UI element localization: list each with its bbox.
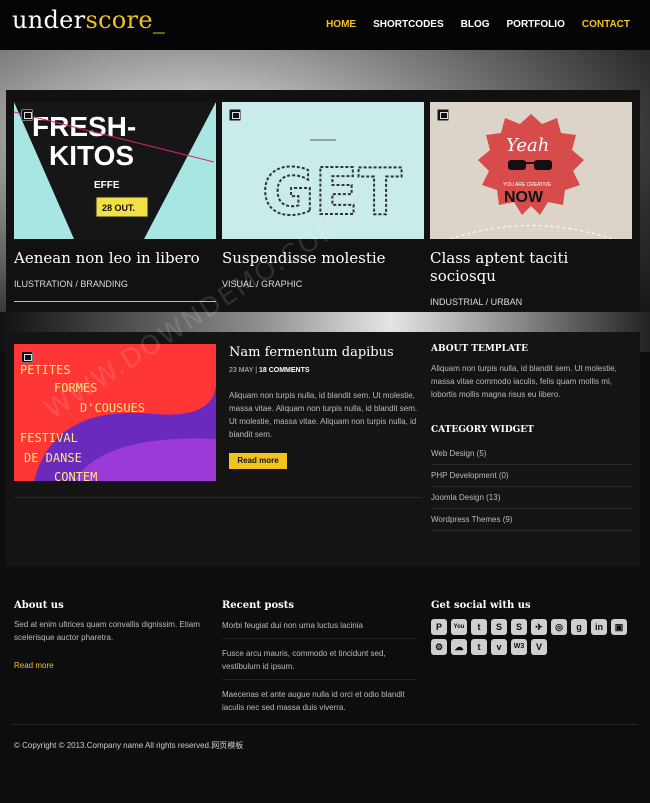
- twitter-icon[interactable]: t: [471, 639, 487, 655]
- vine-icon[interactable]: V: [531, 639, 547, 655]
- paypal-icon[interactable]: P: [431, 619, 447, 635]
- svg-text:FRESH-: FRESH-: [32, 111, 136, 142]
- footer-about: About us Sed at enim ultrices quam conva…: [14, 600, 204, 670]
- portfolio-card[interactable]: GET Suspendisse molestie VISUAL / GRAPHI…: [222, 102, 424, 289]
- footer-about-title: About us: [14, 600, 64, 611]
- read-more-button[interactable]: Read more: [229, 453, 287, 469]
- svg-text:YOU ARE CREATIVE: YOU ARE CREATIVE: [503, 182, 552, 188]
- site-logo[interactable]: underscore_: [12, 6, 165, 34]
- portfolio-title[interactable]: Suspendisse molestie: [222, 249, 424, 267]
- divider: [14, 497, 422, 498]
- youtube-icon[interactable]: You: [451, 619, 467, 635]
- svg-text:EFFE: EFFE: [94, 180, 120, 191]
- freshkitos-artwork: FRESH- KITOS EFFE 28 OUT.: [14, 102, 216, 239]
- portfolio-card[interactable]: FRESH- KITOS EFFE 28 OUT. Aenean non leo…: [14, 102, 216, 302]
- svg-text:FORMES: FORMES: [54, 381, 97, 395]
- portfolio-category: ILUSTRATION / BRANDING: [14, 279, 128, 289]
- category-item[interactable]: Wordpress Themes (9): [431, 509, 633, 531]
- site-header: underscore_ HOME SHORTCODES BLOG PORTFOL…: [0, 0, 650, 50]
- post-meta: 23 MAY | 18 COMMENTS: [229, 367, 310, 374]
- svg-text:CONTEM: CONTEM: [54, 470, 97, 481]
- content-panel: PETITES FORMES D'COUSUES FESTIVAL DE DAN…: [6, 332, 640, 566]
- portfolio-category: VISUAL / GRAPHIC: [222, 279, 303, 289]
- portfolio-title[interactable]: Class aptent taciti sociosqu: [430, 249, 632, 285]
- image-format-icon: [21, 109, 33, 121]
- footer-social-title: Get social with us: [431, 600, 531, 611]
- portfolio-image[interactable]: GET: [222, 102, 424, 239]
- tumblr-icon[interactable]: t: [471, 619, 487, 635]
- recent-post-link[interactable]: Fusce arcu mauris, commodo et tincidunt …: [222, 647, 417, 680]
- category-list: Web Design (5) PHP Development (0) Jooml…: [431, 443, 633, 531]
- dribbble-icon[interactable]: ◎: [551, 619, 567, 635]
- category-item[interactable]: Web Design (5): [431, 443, 633, 465]
- footer-recent-posts: Recent posts Morbi feugiat dui non urna …: [222, 600, 417, 720]
- svg-text:GET: GET: [262, 156, 402, 230]
- skype-icon[interactable]: S: [491, 619, 507, 635]
- footer-read-more-link[interactable]: Read more: [14, 661, 204, 670]
- category-widget-title: CATEGORY WIDGET: [431, 425, 534, 435]
- portfolio-title[interactable]: Aenean non leo in libero: [14, 249, 216, 267]
- portfolio-image[interactable]: Yeah YOU ARE CREATIVE NOW: [430, 102, 632, 239]
- svg-text:Yeah: Yeah: [506, 135, 549, 156]
- image-format-icon: [437, 109, 449, 121]
- active-underline: [14, 301, 216, 302]
- linkedin-icon[interactable]: in: [591, 619, 607, 635]
- about-widget-text: Aliquam non turpis nulla, id blandit sem…: [431, 364, 617, 399]
- about-widget-title: ABOUT TEMPLATE: [431, 344, 528, 354]
- recent-post-link[interactable]: Morbi feugiat dui non urna luctus lacini…: [222, 619, 417, 639]
- audio-format-icon: [229, 109, 241, 121]
- footer-about-text: Sed at enim ultrices quam convallis dign…: [14, 620, 200, 642]
- nav-blog[interactable]: BLOG: [461, 19, 490, 30]
- settings-icon[interactable]: ⚙: [431, 639, 447, 655]
- svg-text:PETITES: PETITES: [20, 363, 71, 377]
- category-item[interactable]: Joomla Design (13): [431, 487, 633, 509]
- svg-text:28 OUT.: 28 OUT.: [102, 203, 135, 213]
- copyright: © Copyright © 2013.Company name All righ…: [14, 741, 244, 750]
- portfolio-category: INDUSTRIAL / URBAN: [430, 297, 523, 307]
- yeah-artwork: Yeah YOU ARE CREATIVE NOW: [430, 102, 632, 239]
- cloud-icon[interactable]: ☁: [451, 639, 467, 655]
- nav-shortcodes[interactable]: SHORTCODES: [373, 19, 444, 30]
- footer-divider: [12, 724, 638, 725]
- svg-text:D'COUSUES: D'COUSUES: [80, 401, 145, 415]
- w3c-icon[interactable]: W3: [511, 639, 527, 655]
- svg-text:FESTIVAL: FESTIVAL: [20, 431, 78, 445]
- nav-home[interactable]: HOME: [326, 19, 356, 30]
- google-icon[interactable]: g: [571, 619, 587, 635]
- recent-post-link[interactable]: Maecenas et ante augue nulla id orci et …: [222, 688, 417, 720]
- post-image[interactable]: PETITES FORMES D'COUSUES FESTIVAL DE DAN…: [14, 344, 216, 481]
- category-item[interactable]: PHP Development (0): [431, 465, 633, 487]
- svg-text:KITOS: KITOS: [49, 140, 134, 171]
- nav-contact[interactable]: CONTACT: [582, 19, 630, 30]
- image-format-icon: [21, 351, 33, 363]
- stumbleupon-icon[interactable]: S: [511, 619, 527, 635]
- send-icon[interactable]: ✈: [531, 619, 547, 635]
- nav-portfolio[interactable]: PORTFOLIO: [507, 19, 565, 30]
- svg-text:DE DANSE: DE DANSE: [24, 451, 82, 465]
- post-comments[interactable]: 18 COMMENTS: [259, 367, 310, 374]
- vimeo-icon[interactable]: v: [491, 639, 507, 655]
- footer-social: Get social with us P You t S S ✈ ◎ g in …: [431, 600, 636, 655]
- portfolio-panel: FRESH- KITOS EFFE 28 OUT. Aenean non leo…: [6, 90, 640, 312]
- footer-recent-title: Recent posts: [222, 600, 295, 611]
- social-icons: P You t S S ✈ ◎ g in ▣ ⚙ ☁ t v W3 V: [431, 619, 631, 655]
- festival-artwork: PETITES FORMES D'COUSUES FESTIVAL DE DAN…: [14, 344, 216, 481]
- delicious-icon[interactable]: ▣: [611, 619, 627, 635]
- svg-text:NOW: NOW: [504, 189, 544, 206]
- portfolio-card[interactable]: Yeah YOU ARE CREATIVE NOW Class aptent t…: [430, 102, 632, 307]
- post-date: 23 MAY: [229, 367, 254, 374]
- main-nav: HOME SHORTCODES BLOG PORTFOLIO CONTACT: [326, 19, 630, 30]
- post-title[interactable]: Nam fermentum dapibus: [229, 345, 394, 360]
- get-artwork: GET: [222, 102, 424, 239]
- portfolio-image[interactable]: FRESH- KITOS EFFE 28 OUT.: [14, 102, 216, 239]
- site-footer: About us Sed at enim ultrices quam conva…: [0, 586, 650, 803]
- post-excerpt: Aliquam non turpis nulla, id blandit sem…: [229, 391, 418, 439]
- sidebar: ABOUT TEMPLATE Aliquam non turpis nulla,…: [431, 344, 633, 531]
